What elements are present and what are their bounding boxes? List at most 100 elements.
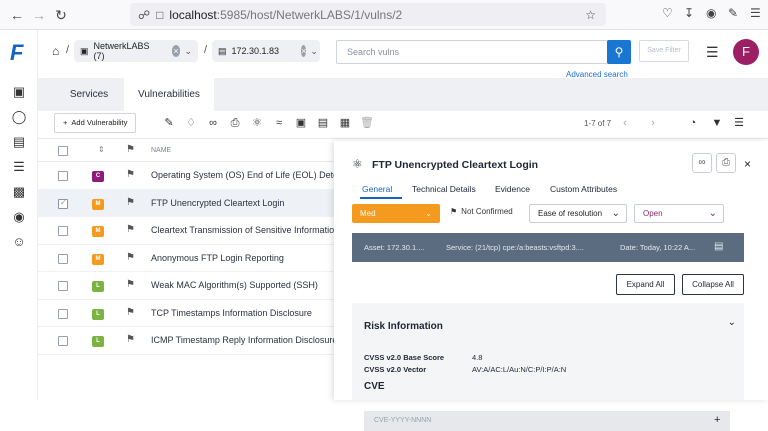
table-row[interactable]: ✓ M ⚑ FTP Unencrypted Cleartext Login bbox=[38, 189, 334, 217]
pocket-icon[interactable]: ♡ bbox=[662, 6, 673, 20]
vuln-name[interactable]: Weak MAC Algorithm(s) Supported (SSH) bbox=[151, 280, 318, 290]
tab-technical-details[interactable]: Technical Details bbox=[412, 184, 476, 194]
collapse-all-button[interactable]: Collapse All bbox=[682, 274, 744, 295]
print-button[interactable]: ⎙ bbox=[716, 153, 736, 173]
table-row[interactable]: M ⚑ Anonymous FTP Login Reporting bbox=[38, 244, 334, 272]
host-selector[interactable]: ▤ 172.30.1.83 × ⌄ bbox=[212, 40, 320, 62]
flag-icon[interactable]: ⚑ bbox=[126, 224, 135, 235]
table-row[interactable]: L ⚑ ICMP Timestamp Reply Information Discl… bbox=[38, 327, 337, 355]
trend-icon[interactable]: ≈ bbox=[272, 116, 286, 130]
add-vulnerability-button[interactable]: + Add Vulnerability bbox=[54, 113, 136, 133]
home-icon[interactable]: ⌂ bbox=[52, 44, 59, 58]
cve-input[interactable]: CVE-YYYY-NNNN bbox=[364, 411, 730, 431]
lightbulb-icon[interactable]: ◯ bbox=[10, 108, 28, 126]
info-toggle-icon[interactable]: ▤ bbox=[714, 241, 723, 252]
tab-services[interactable]: Services bbox=[54, 78, 124, 111]
vuln-name[interactable]: FTP Unencrypted Cleartext Login bbox=[151, 198, 284, 208]
select-all-checkbox[interactable] bbox=[58, 146, 68, 156]
table-row[interactable]: L ⚑ TCP Timestamps Information Disclosure bbox=[38, 299, 334, 327]
save-filter-button[interactable]: Save Filter bbox=[639, 40, 689, 62]
edit-icon[interactable]: ✎ bbox=[162, 116, 176, 130]
image-gallery-icon[interactable]: ▤ bbox=[316, 116, 330, 130]
trash-icon[interactable]: 🗑 bbox=[360, 116, 374, 130]
vuln-name[interactable]: ICMP Timestamp Reply Information Disclos… bbox=[151, 335, 337, 345]
next-page-icon[interactable]: › bbox=[646, 116, 660, 130]
clear-workspace-icon[interactable]: × bbox=[171, 45, 181, 57]
row-checkbox[interactable]: ✓ bbox=[58, 198, 68, 209]
flag-icon[interactable]: ⚑ bbox=[126, 279, 135, 290]
gauge-icon[interactable]: ◔ bbox=[686, 116, 700, 130]
tab-vulnerabilities[interactable]: Vulnerabilities bbox=[124, 78, 214, 111]
back-icon[interactable]: ← bbox=[6, 7, 28, 23]
row-checkbox[interactable] bbox=[58, 226, 68, 236]
vuln-name[interactable]: Cleartext Transmission of Sensitive Info… bbox=[151, 225, 339, 235]
search-input[interactable]: Search vulns bbox=[336, 40, 608, 64]
add-cve-icon[interactable]: + bbox=[714, 414, 720, 426]
avatar[interactable]: F bbox=[733, 39, 759, 65]
clipboard-icon[interactable]: ▩ bbox=[10, 183, 28, 201]
flag-icon[interactable]: ⚑ bbox=[126, 252, 135, 263]
row-checkbox[interactable] bbox=[58, 336, 68, 346]
flag-icon[interactable]: ⚑ bbox=[126, 334, 135, 345]
forward-icon[interactable]: → bbox=[28, 7, 50, 23]
chevron-down-icon[interactable]: ⌄ bbox=[728, 317, 736, 328]
row-checkbox[interactable] bbox=[58, 171, 68, 181]
row-checkbox[interactable] bbox=[58, 281, 68, 291]
print-icon[interactable]: ⎙ bbox=[228, 116, 242, 130]
tab-general[interactable]: General bbox=[362, 184, 392, 194]
extensions-icon[interactable]: ✎ bbox=[728, 6, 738, 20]
list-view-icon[interactable]: ☰ bbox=[732, 116, 746, 130]
filter-icon[interactable]: ▼ bbox=[710, 116, 724, 130]
grid-header: ⇕ ⚑ NAME bbox=[38, 140, 334, 162]
chevron-down-icon[interactable]: ⌄ bbox=[184, 46, 192, 57]
list-menu-icon[interactable]: ☰ bbox=[706, 44, 719, 61]
robot-icon[interactable]: ◉ bbox=[10, 208, 28, 226]
close-icon[interactable]: × bbox=[744, 157, 751, 171]
add-vulnerability-label: Add Vulnerability bbox=[71, 118, 128, 127]
sort-icon[interactable]: ⇕ bbox=[98, 145, 105, 154]
bug-icon[interactable]: ⚛ bbox=[250, 116, 264, 130]
vuln-name[interactable]: Operating System (OS) End of Life (EOL) … bbox=[151, 170, 357, 180]
image-icon[interactable]: ▣ bbox=[294, 116, 308, 130]
browser-menu-icon[interactable]: ☰ bbox=[750, 6, 761, 20]
name-column-header[interactable]: NAME bbox=[151, 147, 171, 154]
link-icon[interactable]: ∞ bbox=[206, 116, 220, 130]
account-icon[interactable]: ◉ bbox=[706, 6, 716, 20]
copy-link-button[interactable]: ∞ bbox=[692, 153, 712, 173]
tab-custom-attributes[interactable]: Custom Attributes bbox=[550, 184, 617, 194]
ease-of-resolution-dropdown[interactable]: Ease of resolution ⌄ bbox=[529, 204, 627, 223]
url-bar[interactable]: ☍ □ localhost:5985/host/NetwerkLABS/1/vu… bbox=[130, 3, 606, 26]
tab-evidence[interactable]: Evidence bbox=[495, 184, 530, 194]
bookmark-star-icon[interactable]: ☆ bbox=[585, 8, 596, 22]
faraday-logo[interactable]: F bbox=[10, 40, 28, 65]
table-row[interactable]: C ⚑ Operating System (OS) End of Life (EOL… bbox=[38, 162, 357, 190]
confirmed-toggle[interactable]: ⚑ Not Confirmed bbox=[450, 207, 513, 216]
vuln-name[interactable]: TCP Timestamps Information Disclosure bbox=[151, 308, 312, 318]
table-row[interactable]: M ⚑ Cleartext Transmission of Sensitive In… bbox=[38, 217, 339, 245]
chart-icon[interactable]: ▤ bbox=[10, 133, 28, 151]
table-row[interactable]: L ⚑ Weak MAC Algorithm(s) Supported (SSH) bbox=[38, 272, 334, 300]
download-icon[interactable]: ↧ bbox=[684, 6, 694, 20]
flag-icon[interactable]: ⚑ bbox=[126, 307, 135, 318]
shield-icon: ☍ bbox=[138, 7, 151, 22]
row-checkbox[interactable] bbox=[58, 253, 68, 264]
workspace-selector[interactable]: ▣ NetwerkLABS (7) × ⌄ bbox=[74, 40, 198, 62]
chevron-down-icon[interactable]: ⌄ bbox=[310, 46, 318, 57]
status-dropdown[interactable]: Open ⌄ bbox=[634, 204, 724, 223]
row-checkbox[interactable] bbox=[58, 308, 68, 319]
flag-icon[interactable]: ⚑ bbox=[126, 169, 135, 180]
search-button[interactable]: ⚲ bbox=[607, 40, 631, 64]
vuln-name[interactable]: Anonymous FTP Login Reporting bbox=[151, 253, 284, 263]
severity-dropdown[interactable]: Med ⌄ bbox=[352, 204, 440, 223]
checklist-icon[interactable]: ☰ bbox=[10, 158, 28, 176]
clear-host-icon[interactable]: × bbox=[301, 45, 307, 57]
tag-icon[interactable]: ♢ bbox=[184, 116, 198, 130]
dashboard-icon[interactable]: ▣ bbox=[10, 83, 28, 101]
reload-icon[interactable]: ↻ bbox=[50, 7, 72, 24]
expand-all-button[interactable]: Expand All bbox=[616, 274, 675, 295]
prev-page-icon[interactable]: ‹ bbox=[618, 116, 632, 130]
flag-icon[interactable]: ⚑ bbox=[126, 197, 135, 208]
user-circle-icon[interactable]: ☺ bbox=[10, 233, 28, 251]
flag-header-icon[interactable]: ⚑ bbox=[126, 144, 135, 155]
template-icon[interactable]: ▦ bbox=[338, 116, 352, 130]
